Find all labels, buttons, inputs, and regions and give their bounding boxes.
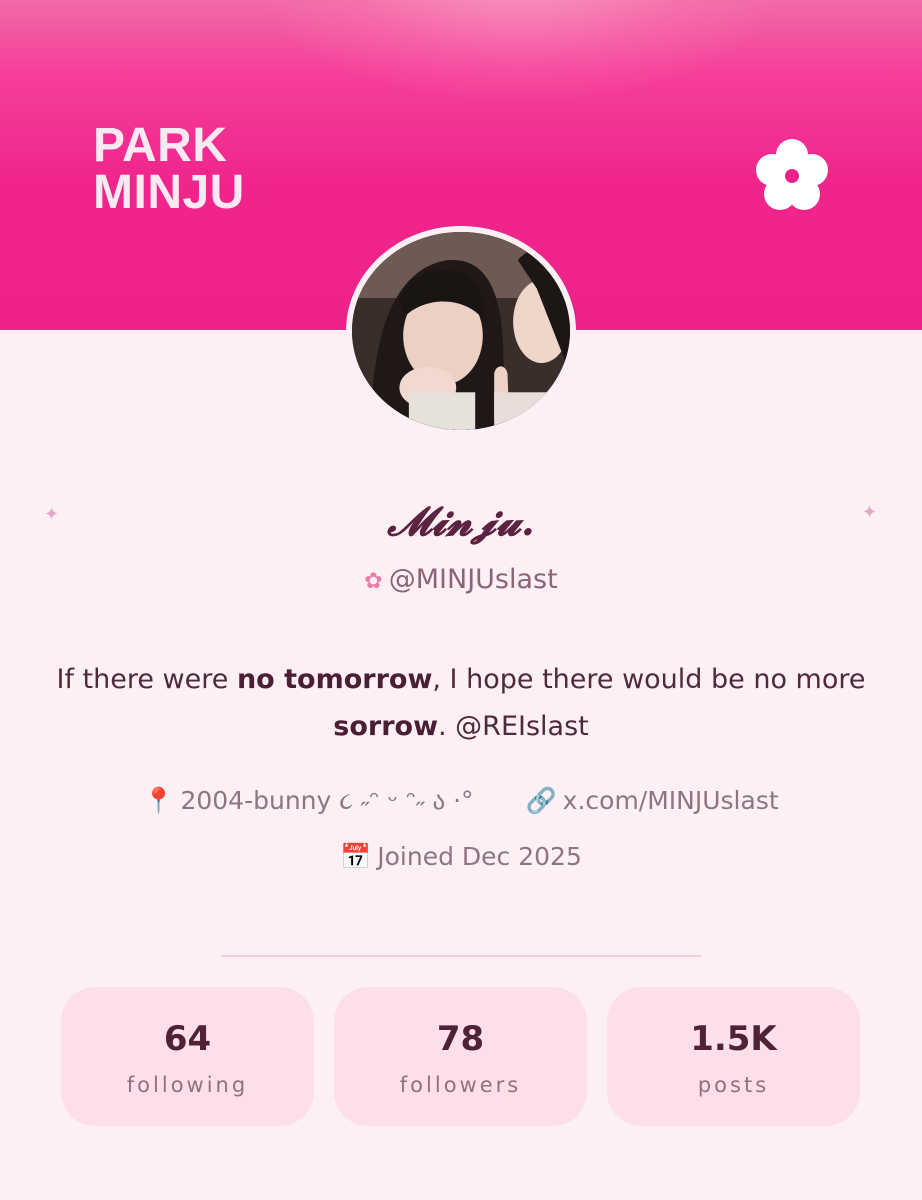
stat-posts[interactable]: 1.5K posts	[607, 987, 860, 1126]
stat-value: 78	[436, 1019, 485, 1059]
handle[interactable]: @MINJUslast	[389, 564, 558, 595]
bio: If there were no tomorrow, I hope there …	[40, 656, 882, 750]
banner-title: PARK MINJU	[93, 119, 245, 219]
meta-row: 📍 2004-bunny ૮ ˶ᵔ ᵕ ᵔ˶ ა ·° 🔗 x.com/MINJUs…	[0, 786, 922, 816]
bio-text: . @REIslast	[438, 711, 589, 742]
joined-row: 📅 Joined Dec 2025	[0, 842, 922, 872]
stat-value: 64	[163, 1019, 212, 1059]
stat-label: following	[126, 1073, 249, 1097]
joined-text: Joined Dec 2025	[377, 842, 582, 871]
stat-label: posts	[697, 1073, 770, 1097]
avatar[interactable]	[346, 226, 576, 436]
calendar-icon: 📅	[340, 842, 372, 871]
profile-link-text[interactable]: x.com/MINJUslast	[563, 786, 779, 815]
handle-row: ✿ @MINJUslast	[0, 564, 922, 595]
location-text: 2004-bunny ૮ ˶ᵔ ᵕ ᵔ˶ ა ·°	[180, 786, 474, 815]
stat-value: 1.5K	[690, 1019, 777, 1059]
profile-link[interactable]: 🔗 x.com/MINJUslast	[526, 786, 779, 816]
bio-bold-text: no tomorrow	[236, 664, 433, 695]
flower-small-icon: ✿	[364, 569, 383, 594]
bio-text: , I hope there would be no more	[432, 664, 866, 695]
banner-title-line1: PARK	[93, 119, 228, 172]
flower-icon	[756, 139, 828, 210]
stat-followers[interactable]: 78 followers	[334, 987, 587, 1126]
banner-title-line2: MINJU	[93, 166, 245, 219]
stat-following[interactable]: 64 following	[61, 987, 314, 1126]
bio-bold-text: sorrow	[333, 711, 439, 742]
pin-icon: 📍	[143, 786, 175, 815]
location: 📍 2004-bunny ૮ ˶ᵔ ᵕ ᵔ˶ ა ·°	[143, 786, 473, 816]
stat-label: followers	[399, 1073, 522, 1097]
link-icon: 🔗	[525, 786, 557, 815]
banner-glow	[260, 0, 780, 100]
divider	[221, 955, 701, 957]
display-name: 𝓜𝓲𝓷𝓳𝓾.	[387, 498, 535, 545]
bio-text: If there were	[56, 664, 237, 695]
